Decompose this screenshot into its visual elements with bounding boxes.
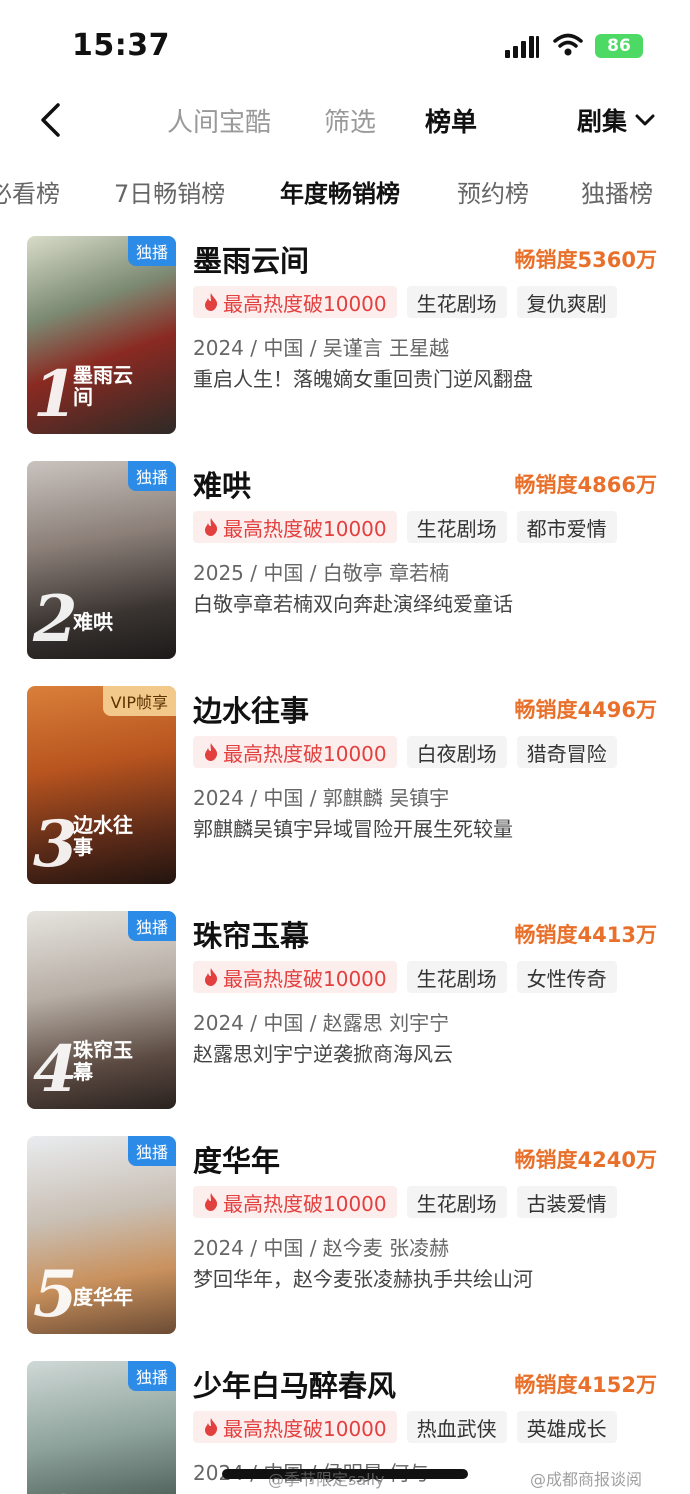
drama-title[interactable]: 难哄: [193, 463, 251, 505]
hot-tag: 最高热度破10000: [193, 511, 397, 543]
cellular-signal-icon: [505, 34, 541, 58]
flame-icon: [203, 967, 219, 987]
drama-title[interactable]: 度华年: [193, 1138, 280, 1180]
drama-title[interactable]: 墨雨云间: [193, 238, 309, 280]
poster-image[interactable]: 少年 6 独播: [27, 1361, 176, 1494]
back-button[interactable]: [28, 96, 72, 144]
category-dropdown[interactable]: 剧集: [577, 102, 655, 138]
watermark: @成都商报谈阅: [530, 1470, 643, 1489]
tag-row: 最高热度破10000 白夜剧场 猎奇冒险: [193, 736, 617, 768]
sales-score: 畅销度4240万: [514, 1148, 657, 1172]
flame-icon: [203, 292, 219, 312]
list-item[interactable]: 珠帘玉幕 4 独播 珠帘玉幕 畅销度4413万 最高热度破10000 生花剧场 …: [0, 911, 690, 1111]
rank-number: 4: [33, 1032, 78, 1107]
status-time: 15:37: [72, 28, 170, 63]
exclusive-badge: 独播: [127, 1136, 176, 1166]
wifi-icon: [553, 33, 583, 57]
genre-tag: 猎奇冒险: [516, 736, 617, 768]
chevron-down-icon: [635, 114, 655, 126]
list-item[interactable]: 墨雨云间 1 独播 墨雨云间 畅销度5360万 最高热度破10000 生花剧场 …: [0, 236, 690, 436]
exclusive-badge: 独播: [127, 461, 176, 491]
sub-tab-7day[interactable]: 7日畅销榜: [114, 174, 225, 209]
sales-score: 畅销度5360万: [514, 248, 657, 272]
drama-description: 重启人生！落魄嫡女重回贵门逆风翻盘: [193, 367, 533, 391]
sub-tab-exclusive[interactable]: 独播榜: [581, 174, 653, 209]
genre-tag: 生花剧场: [406, 961, 507, 993]
watermark: @季节限定sally: [268, 1470, 385, 1489]
list-item[interactable]: 边水往事 3 VIP帧享 边水往事 畅销度4496万 最高热度破10000 白夜…: [0, 686, 690, 886]
poster-image[interactable]: 难哄 2 独播: [27, 461, 176, 659]
poster-image[interactable]: 墨雨云间 1 独播: [27, 236, 176, 434]
tag-row: 最高热度破10000 生花剧场 复仇爽剧: [193, 286, 617, 318]
rank-number: 5: [33, 1257, 78, 1332]
sales-score: 畅销度4413万: [514, 923, 657, 947]
genre-tag: 生花剧场: [406, 1186, 507, 1218]
genre-tag: 古装爱情: [516, 1186, 617, 1218]
status-bar: 15:37 86: [0, 0, 690, 90]
drama-meta: 2024 / 中国 / 赵今麦 张凌赫: [193, 1236, 450, 1260]
nav-tab-ranking[interactable]: 榜单: [425, 102, 477, 139]
drama-title[interactable]: 珠帘玉幕: [193, 913, 309, 955]
flame-icon: [203, 517, 219, 537]
drama-meta: 2024 / 中国 / 郭麒麟 吴镇宇: [193, 786, 450, 810]
sales-score: 畅销度4152万: [514, 1373, 657, 1397]
exclusive-badge: 独播: [127, 1361, 176, 1391]
genre-tag: 白夜剧场: [406, 736, 507, 768]
flame-icon: [203, 1417, 219, 1437]
drama-title[interactable]: 少年白马醉春风: [193, 1363, 396, 1405]
genre-tag: 女性传奇: [516, 961, 617, 993]
rank-number: 2: [33, 582, 78, 657]
list-item[interactable]: 度华年 5 独播 度华年 畅销度4240万 最高热度破10000 生花剧场 古装…: [0, 1136, 690, 1336]
poster-image[interactable]: 边水往事 3 VIP帧享: [27, 686, 176, 884]
sub-tab-annual[interactable]: 年度畅销榜: [280, 174, 400, 209]
sales-score: 畅销度4496万: [514, 698, 657, 722]
exclusive-badge: 独播: [127, 911, 176, 941]
hot-tag: 最高热度破10000: [193, 1411, 397, 1443]
flame-icon: [203, 742, 219, 762]
tag-row: 最高热度破10000 生花剧场 古装爱情: [193, 1186, 617, 1218]
hot-tag: 最高热度破10000: [193, 961, 397, 993]
ranking-sub-tabs: 必看榜 7日畅销榜 年度畅销榜 预约榜 独播榜: [0, 170, 690, 214]
drama-description: 赵露思刘宇宁逆袭掀商海风云: [193, 1042, 453, 1066]
drama-description: 白敬亭章若楠双向奔赴演绎纯爱童话: [193, 592, 513, 616]
nav-tab-filter[interactable]: 筛选: [324, 102, 376, 139]
top-nav: 人间宝酷 筛选 榜单 剧集: [0, 90, 690, 150]
chevron-left-icon: [41, 103, 60, 137]
genre-tag: 生花剧场: [406, 511, 507, 543]
sales-score: 畅销度4866万: [514, 473, 657, 497]
drama-description: 郭麒麟吴镇宇异域冒险开展生死较量: [193, 817, 513, 841]
genre-tag: 都市爱情: [516, 511, 617, 543]
sub-tab-must-watch[interactable]: 必看榜: [0, 174, 60, 209]
drama-description: 梦回华年，赵今麦张凌赫执手共绘山河: [193, 1267, 533, 1291]
genre-tag: 复仇爽剧: [516, 286, 617, 318]
nav-tab-store[interactable]: 人间宝酷: [167, 102, 271, 139]
hot-tag: 最高热度破10000: [193, 736, 397, 768]
tag-row: 最高热度破10000 生花剧场 女性传奇: [193, 961, 617, 993]
drama-title[interactable]: 边水往事: [193, 688, 309, 730]
genre-tag: 热血武侠: [406, 1411, 507, 1443]
poster-image[interactable]: 珠帘玉幕 4 独播: [27, 911, 176, 1109]
category-dropdown-label: 剧集: [577, 107, 628, 136]
hot-tag: 最高热度破10000: [193, 1186, 397, 1218]
vip-badge: VIP帧享: [102, 686, 176, 716]
drama-meta: 2024 / 中国 / 赵露思 刘宇宁: [193, 1011, 450, 1035]
rank-number: 1: [33, 357, 78, 432]
genre-tag: 生花剧场: [406, 286, 507, 318]
rank-number: 6: [33, 1482, 78, 1494]
drama-meta: 2024 / 中国 / 吴谨言 王星越: [193, 336, 450, 360]
tag-row: 最高热度破10000 热血武侠 英雄成长: [193, 1411, 617, 1443]
sub-tab-reservation[interactable]: 预约榜: [457, 174, 529, 209]
drama-meta: 2025 / 中国 / 白敬亭 章若楠: [193, 561, 450, 585]
rank-number: 3: [33, 807, 78, 882]
exclusive-badge: 独播: [127, 236, 176, 266]
flame-icon: [203, 1192, 219, 1212]
hot-tag: 最高热度破10000: [193, 286, 397, 318]
list-item[interactable]: 难哄 2 独播 难哄 畅销度4866万 最高热度破10000 生花剧场 都市爱情…: [0, 461, 690, 661]
tag-row: 最高热度破10000 生花剧场 都市爱情: [193, 511, 617, 543]
battery-icon: 86: [595, 34, 643, 58]
poster-image[interactable]: 度华年 5 独播: [27, 1136, 176, 1334]
genre-tag: 英雄成长: [516, 1411, 617, 1443]
